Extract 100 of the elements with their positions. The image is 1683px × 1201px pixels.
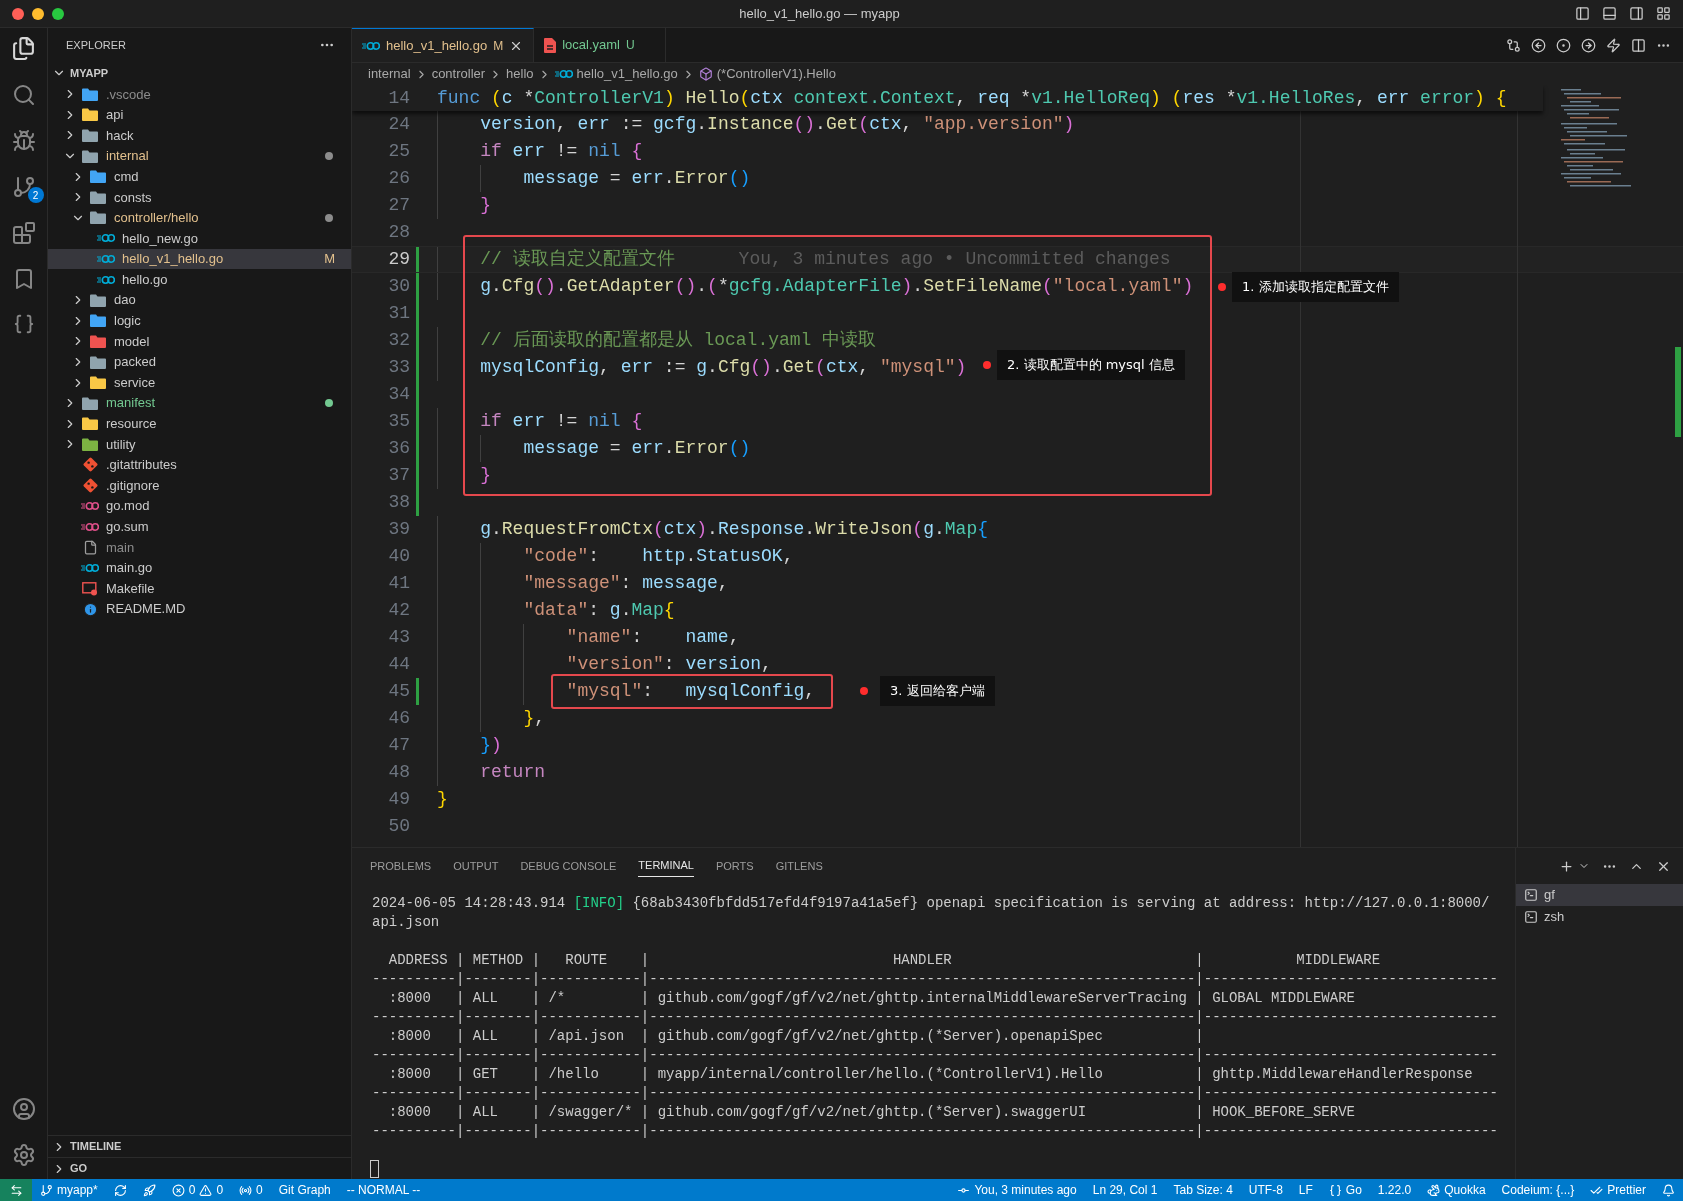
commit-dot-icon[interactable]: [1556, 37, 1571, 53]
rocket-icon: [142, 1183, 156, 1197]
tree-item[interactable]: .gitignore: [48, 475, 351, 496]
status-item[interactable]: myapp*: [32, 1179, 106, 1201]
tree-item[interactable]: hello.go: [48, 269, 351, 290]
tree-item[interactable]: service: [48, 372, 351, 393]
braces-icon[interactable]: [12, 313, 35, 335]
tree-item[interactable]: .vscode: [48, 84, 351, 105]
line-number: 48: [387, 761, 410, 784]
status-item[interactable]: -- NORMAL --: [338, 1179, 429, 1201]
tree-item[interactable]: internal: [48, 145, 351, 167]
status-item[interactable]: You, 3 minutes ago: [949, 1179, 1085, 1201]
layout-icon[interactable]: [1656, 6, 1671, 21]
explorer-icon[interactable]: [11, 36, 36, 61]
remote-button[interactable]: [0, 1179, 32, 1201]
status-item[interactable]: Git Graph: [270, 1179, 339, 1201]
next-change-icon[interactable]: [1581, 37, 1596, 53]
breadcrumb[interactable]: controller: [431, 64, 486, 84]
tree-item[interactable]: hello_new.go: [48, 228, 351, 249]
tree-item[interactable]: main.go: [48, 557, 351, 579]
status-item[interactable]: LF: [1290, 1179, 1321, 1201]
tree-item[interactable]: packed: [48, 351, 351, 373]
folder-header[interactable]: MYAPP: [48, 62, 351, 84]
panel-tab[interactable]: PROBLEMS: [370, 855, 432, 877]
terminal-line: :8000 | GET | /hello | myapp/internal/controller/hello.(*ControllerV1).Hello | ghttp.MiddlewareHandlerResponse: [387, 1065, 1474, 1084]
code-line: "message": message,: [523, 572, 729, 595]
tree-item[interactable]: go.mod: [48, 495, 351, 517]
toggle-secondary-sidebar-icon[interactable]: [1629, 6, 1644, 21]
run-debug-icon[interactable]: [11, 129, 36, 153]
section-header[interactable]: TIMELINE: [48, 1135, 351, 1157]
panel-tab[interactable]: DEBUG CONSOLE: [520, 855, 617, 877]
breadcrumb[interactable]: hello: [506, 64, 534, 84]
radio-icon: [239, 1183, 253, 1197]
go-file-icon: [97, 233, 115, 244]
line-number: 44: [387, 653, 410, 676]
maximize-window-icon[interactable]: [52, 7, 64, 20]
tree-item[interactable]: consts: [48, 186, 351, 208]
split-editor-icon[interactable]: [1631, 37, 1646, 53]
line-number: 37: [387, 464, 410, 487]
tree-item[interactable]: .gitattributes: [48, 454, 351, 476]
line-number: 28: [387, 221, 410, 244]
status-item[interactable]: Prettier: [1582, 1179, 1654, 1201]
tree-item[interactable]: model: [48, 331, 351, 352]
settings-icon[interactable]: [11, 1143, 36, 1167]
previous-change-icon[interactable]: [1531, 37, 1546, 53]
tree-item[interactable]: logic: [48, 310, 351, 332]
blame-annotation: You, 3 minutes ago • Uncommitted changes: [738, 248, 1171, 271]
breadcrumb[interactable]: (*ControllerV1).Hello: [698, 64, 836, 84]
tree-item[interactable]: main: [48, 537, 351, 558]
account-icon[interactable]: [11, 1097, 36, 1121]
status-item[interactable]: Tab Size: 4: [1165, 1179, 1241, 1201]
status-item[interactable]: UTF-8: [1240, 1179, 1291, 1201]
tree-item[interactable]: api: [48, 104, 351, 126]
status-item[interactable]: Quokka: [1419, 1179, 1494, 1201]
minimize-window-icon[interactable]: [32, 7, 44, 20]
tree-item[interactable]: cmd: [48, 166, 351, 187]
search-icon[interactable]: [11, 83, 36, 107]
tree-item[interactable]: README.MD: [48, 598, 351, 620]
tree-item[interactable]: hello_v1_hello.go M: [48, 248, 351, 270]
tree-item[interactable]: resource: [48, 413, 351, 435]
tree-item[interactable]: controller/hello: [48, 207, 351, 229]
problems-button[interactable]: 0 0: [163, 1179, 232, 1201]
extensions-icon[interactable]: [11, 221, 36, 245]
tree-item[interactable]: utility: [48, 434, 351, 455]
toggle-sidebar-icon[interactable]: [1575, 6, 1590, 21]
terminal-line: ----------|--------|------------|-----------------------------------------------------------------|-----------------------------------: [372, 1008, 1499, 1027]
editor-tab[interactable]: hello_v1_hello.go M: [352, 28, 535, 62]
terminal-line: ----------|--------|------------|-----------------------------------------------------------------|-----------------------------------: [372, 1046, 1499, 1065]
status-item[interactable]: Ln 29, Col 1: [1084, 1179, 1166, 1201]
panel-tab[interactable]: OUTPUT: [453, 855, 499, 877]
code-line: mysqlConfig, err := g.Cfg().Get(ctx, "mysql"): [480, 356, 967, 379]
tree-item[interactable]: hack: [48, 125, 351, 146]
line-number: 39: [387, 518, 410, 541]
tree-item[interactable]: go.sum: [48, 516, 351, 538]
toggle-panel-icon[interactable]: [1602, 6, 1617, 21]
breadcrumb[interactable]: hello_v1_hello.go: [554, 64, 678, 84]
status-item[interactable]: 1.22.0: [1369, 1179, 1420, 1201]
panel-tab[interactable]: TERMINAL: [638, 855, 694, 877]
code-line: g.Cfg().GetAdapter().(*gcfg.AdapterFile).SetFileName("local.yaml"): [480, 275, 1194, 298]
method-icon: [698, 67, 713, 81]
terminal-line: :8000 | ALL | /api.json | github.com/gogf/gf/v2/net/ghttp.(*Server).openapiSpec |: [387, 1027, 1205, 1046]
code-line: message = err.Error(): [523, 437, 751, 460]
tree-item[interactable]: dao: [48, 289, 351, 311]
callout-label: 3. 返回给客户端: [880, 676, 995, 706]
source-control-icon[interactable]: [11, 175, 36, 199]
close-window-icon[interactable]: [12, 7, 24, 20]
status-item[interactable]: Go: [1320, 1179, 1370, 1201]
status-item[interactable]: Codeium: {...}: [1493, 1179, 1583, 1201]
terminal-list-item[interactable]: gf: [1516, 884, 1683, 906]
terminal-list-item[interactable]: zsh: [1516, 906, 1683, 928]
breadcrumb[interactable]: internal: [368, 64, 411, 84]
tree-item[interactable]: Makefile: [48, 578, 351, 599]
line-number: 26: [387, 167, 410, 190]
new-terminal-icon[interactable]: [1559, 858, 1574, 874]
panel-tab[interactable]: PORTS: [715, 855, 754, 877]
panel-tab[interactable]: GITLENS: [775, 855, 823, 877]
line-number: 49: [387, 788, 410, 811]
tree-item[interactable]: manifest: [48, 392, 351, 414]
compare-icon[interactable]: [1506, 37, 1521, 53]
status-item[interactable]: 0: [231, 1179, 271, 1201]
